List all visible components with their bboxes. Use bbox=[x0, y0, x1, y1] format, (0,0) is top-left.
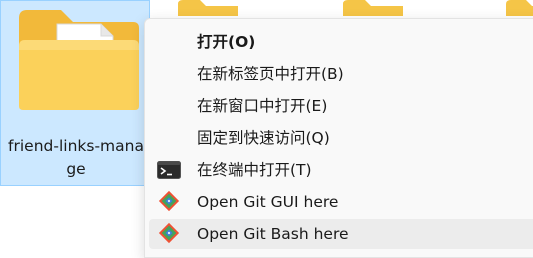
terminal-icon bbox=[157, 161, 181, 179]
git-bash-icon bbox=[158, 222, 180, 244]
menu-item-open[interactable]: 打开(O) bbox=[149, 27, 533, 57]
git-gui-icon bbox=[158, 190, 180, 212]
menu-item-label: 固定到快速访问(Q) bbox=[197, 129, 330, 147]
folder-icon[interactable] bbox=[506, 0, 533, 16]
menu-item-label: Open Git Bash here bbox=[197, 225, 349, 243]
menu-item-label: 在终端中打开(T) bbox=[197, 161, 312, 179]
menu-item-label: 在新标签页中打开(B) bbox=[197, 65, 344, 83]
folder-icon[interactable] bbox=[343, 0, 403, 16]
context-menu: 打开(O) 在新标签页中打开(B) 在新窗口中打开(E) 固定到快速访问(Q) … bbox=[144, 18, 533, 258]
menu-item-open-new-window[interactable]: 在新窗口中打开(E) bbox=[149, 91, 533, 121]
menu-item-open-git-gui[interactable]: Open Git GUI here bbox=[149, 187, 533, 217]
menu-item-label: 打开(O) bbox=[197, 33, 256, 51]
selected-folder-tile[interactable]: friend-links-manage bbox=[0, 0, 150, 186]
menu-item-label: 在新窗口中打开(E) bbox=[197, 97, 328, 115]
menu-item-open-in-terminal[interactable]: 在终端中打开(T) bbox=[149, 155, 533, 185]
folder-name-label: friend-links-manage bbox=[8, 137, 144, 178]
menu-item-open-new-tab[interactable]: 在新标签页中打开(B) bbox=[149, 59, 533, 89]
folder-icon[interactable] bbox=[178, 0, 238, 16]
folder-icon bbox=[19, 10, 139, 110]
menu-item-open-git-bash[interactable]: Open Git Bash here bbox=[149, 219, 533, 249]
menu-item-pin-quick-access[interactable]: 固定到快速访问(Q) bbox=[149, 123, 533, 153]
menu-item-label: Open Git GUI here bbox=[197, 193, 339, 211]
